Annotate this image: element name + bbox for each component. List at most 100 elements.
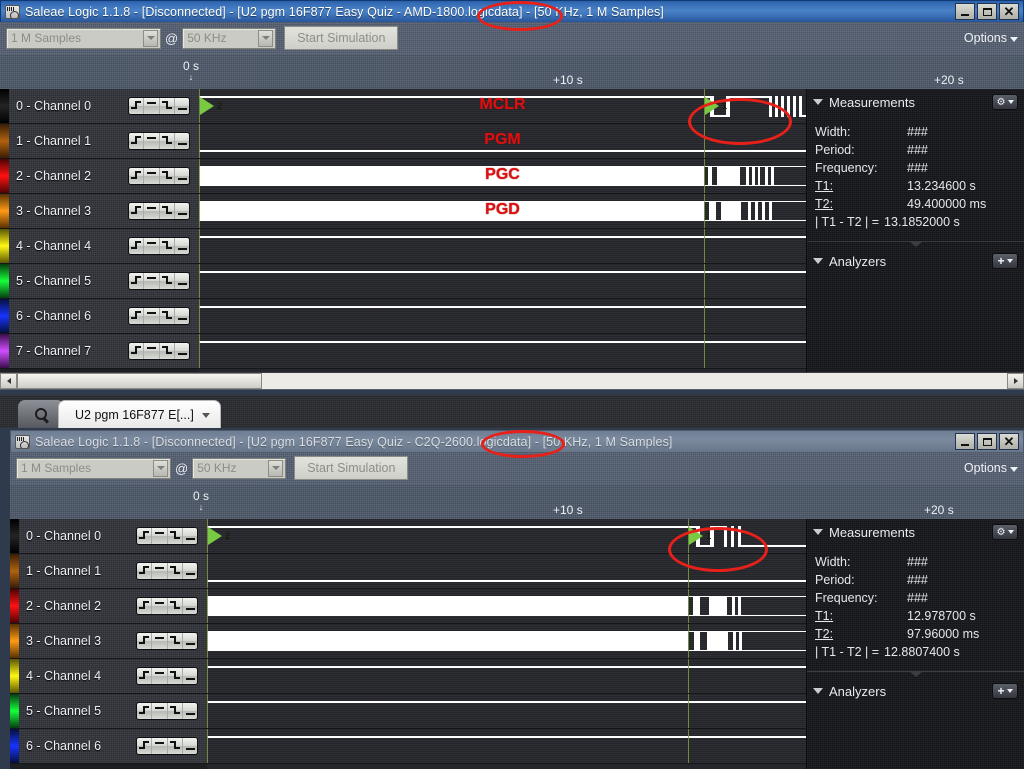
low-level-icon[interactable]: [183, 563, 197, 579]
channel-trigger-buttons[interactable]: [136, 737, 198, 755]
falling-edge-icon[interactable]: [168, 703, 183, 719]
channel-row-3[interactable]: 3 - Channel 3: [10, 624, 207, 659]
channel-trigger-buttons[interactable]: [128, 237, 190, 255]
falling-edge-icon[interactable]: [160, 238, 175, 254]
channel-trigger-buttons[interactable]: [128, 342, 190, 360]
trigger-marker-2[interactable]: 2: [200, 97, 222, 115]
low-level-icon[interactable]: [175, 343, 189, 359]
waveform-row-0[interactable]: 2 1 MCLR: [199, 89, 806, 124]
waveform-row-2[interactable]: [207, 589, 806, 624]
falling-edge-icon[interactable]: [160, 133, 175, 149]
waveform-area-bottom[interactable]: 2 1: [207, 519, 806, 769]
waveform-row-4[interactable]: [199, 229, 806, 264]
rising-edge-icon[interactable]: [129, 343, 145, 359]
waveform-row-1[interactable]: PGM: [199, 124, 806, 159]
low-level-icon[interactable]: [183, 528, 197, 544]
low-level-icon[interactable]: [183, 633, 197, 649]
high-level-icon[interactable]: [144, 133, 160, 149]
low-level-icon[interactable]: [183, 668, 197, 684]
rising-edge-icon[interactable]: [129, 238, 145, 254]
high-level-icon[interactable]: [144, 168, 160, 184]
high-level-icon[interactable]: [152, 738, 168, 754]
start-simulation-button[interactable]: Start Simulation: [294, 456, 409, 480]
scrollbar-track[interactable]: [17, 373, 1007, 389]
chevron-down-icon[interactable]: [201, 413, 210, 418]
channel-row-6[interactable]: 6 - Channel 6: [10, 729, 207, 764]
low-level-icon[interactable]: [175, 273, 189, 289]
rising-edge-icon[interactable]: [137, 528, 153, 544]
maximize-button[interactable]: [977, 3, 997, 20]
options-menu[interactable]: Options: [964, 31, 1018, 45]
high-level-icon[interactable]: [144, 98, 160, 114]
waveform-area-top[interactable]: 2 1 MCLR PGM PGC PGD: [199, 89, 806, 372]
channel-row-0[interactable]: 0 - Channel 0: [0, 89, 199, 124]
measurement-key-t2[interactable]: T2:: [815, 195, 907, 213]
low-level-icon[interactable]: [175, 133, 189, 149]
waveform-row-1[interactable]: [207, 554, 806, 589]
arrow-left-icon[interactable]: [0, 373, 17, 389]
analyzers-header[interactable]: Analyzers +: [807, 248, 1024, 274]
collapse-triangle-icon[interactable]: [813, 258, 823, 264]
channel-trigger-buttons[interactable]: [128, 202, 190, 220]
rising-edge-icon[interactable]: [129, 168, 145, 184]
waveform-row-5[interactable]: [199, 264, 806, 299]
channel-trigger-buttons[interactable]: [136, 632, 198, 650]
channel-trigger-buttons[interactable]: [128, 272, 190, 290]
low-level-icon[interactable]: [183, 598, 197, 614]
collapse-triangle-icon[interactable]: [813, 529, 823, 535]
channel-trigger-buttons[interactable]: [136, 527, 198, 545]
waveform-row-3[interactable]: PGD: [199, 194, 806, 229]
horizontal-scrollbar-top[interactable]: [0, 372, 1024, 389]
high-level-icon[interactable]: [152, 528, 168, 544]
channel-row-5[interactable]: 5 - Channel 5: [10, 694, 207, 729]
scrollbar-thumb[interactable]: [17, 373, 262, 389]
rising-edge-icon[interactable]: [137, 738, 153, 754]
minimize-button[interactable]: [955, 3, 975, 20]
falling-edge-icon[interactable]: [168, 668, 183, 684]
arrow-right-icon[interactable]: [1007, 373, 1024, 389]
waveform-row-6[interactable]: [207, 729, 806, 764]
sample-rate-dropdown[interactable]: 50 KHz: [192, 457, 287, 479]
falling-edge-icon[interactable]: [168, 528, 183, 544]
falling-edge-icon[interactable]: [168, 738, 183, 754]
channel-trigger-buttons[interactable]: [136, 702, 198, 720]
collapse-triangle-icon[interactable]: [813, 688, 823, 694]
channel-row-2[interactable]: 2 - Channel 2: [0, 159, 199, 194]
falling-edge-icon[interactable]: [160, 273, 175, 289]
collapse-triangle-icon[interactable]: [813, 99, 823, 105]
measurement-key-t1[interactable]: T1:: [815, 177, 907, 195]
chevron-down-icon[interactable]: [143, 29, 158, 47]
low-level-icon[interactable]: [183, 738, 197, 754]
trigger-marker-2[interactable]: 2: [208, 527, 230, 545]
high-level-icon[interactable]: [144, 343, 160, 359]
low-level-icon[interactable]: [175, 203, 189, 219]
rising-edge-icon[interactable]: [137, 703, 153, 719]
channel-row-4[interactable]: 4 - Channel 4: [10, 659, 207, 694]
falling-edge-icon[interactable]: [160, 343, 175, 359]
rising-edge-icon[interactable]: [137, 633, 153, 649]
start-simulation-button[interactable]: Start Simulation: [284, 26, 399, 50]
channel-trigger-buttons[interactable]: [128, 167, 190, 185]
falling-edge-icon[interactable]: [168, 563, 183, 579]
waveform-row-0[interactable]: 2 1: [207, 519, 806, 554]
add-analyzer-button[interactable]: +: [992, 253, 1018, 269]
rising-edge-icon[interactable]: [129, 308, 145, 324]
high-level-icon[interactable]: [144, 308, 160, 324]
channel-row-7[interactable]: 7 - Channel 7: [0, 334, 199, 369]
low-level-icon[interactable]: [175, 98, 189, 114]
low-level-icon[interactable]: [175, 168, 189, 184]
high-level-icon[interactable]: [152, 633, 168, 649]
chevron-down-icon[interactable]: [153, 459, 168, 477]
trigger-marker-1[interactable]: 1: [689, 527, 711, 545]
close-button[interactable]: ✕: [999, 433, 1019, 450]
waveform-row-3[interactable]: [207, 624, 806, 659]
waveform-row-6[interactable]: [199, 299, 806, 334]
falling-edge-icon[interactable]: [168, 633, 183, 649]
high-level-icon[interactable]: [152, 668, 168, 684]
rising-edge-icon[interactable]: [129, 133, 145, 149]
high-level-icon[interactable]: [152, 703, 168, 719]
falling-edge-icon[interactable]: [160, 203, 175, 219]
measurements-settings-button[interactable]: ⚙: [992, 94, 1018, 110]
sample-count-dropdown[interactable]: 1 M Samples: [16, 457, 171, 479]
sample-rate-dropdown[interactable]: 50 KHz: [182, 27, 277, 49]
